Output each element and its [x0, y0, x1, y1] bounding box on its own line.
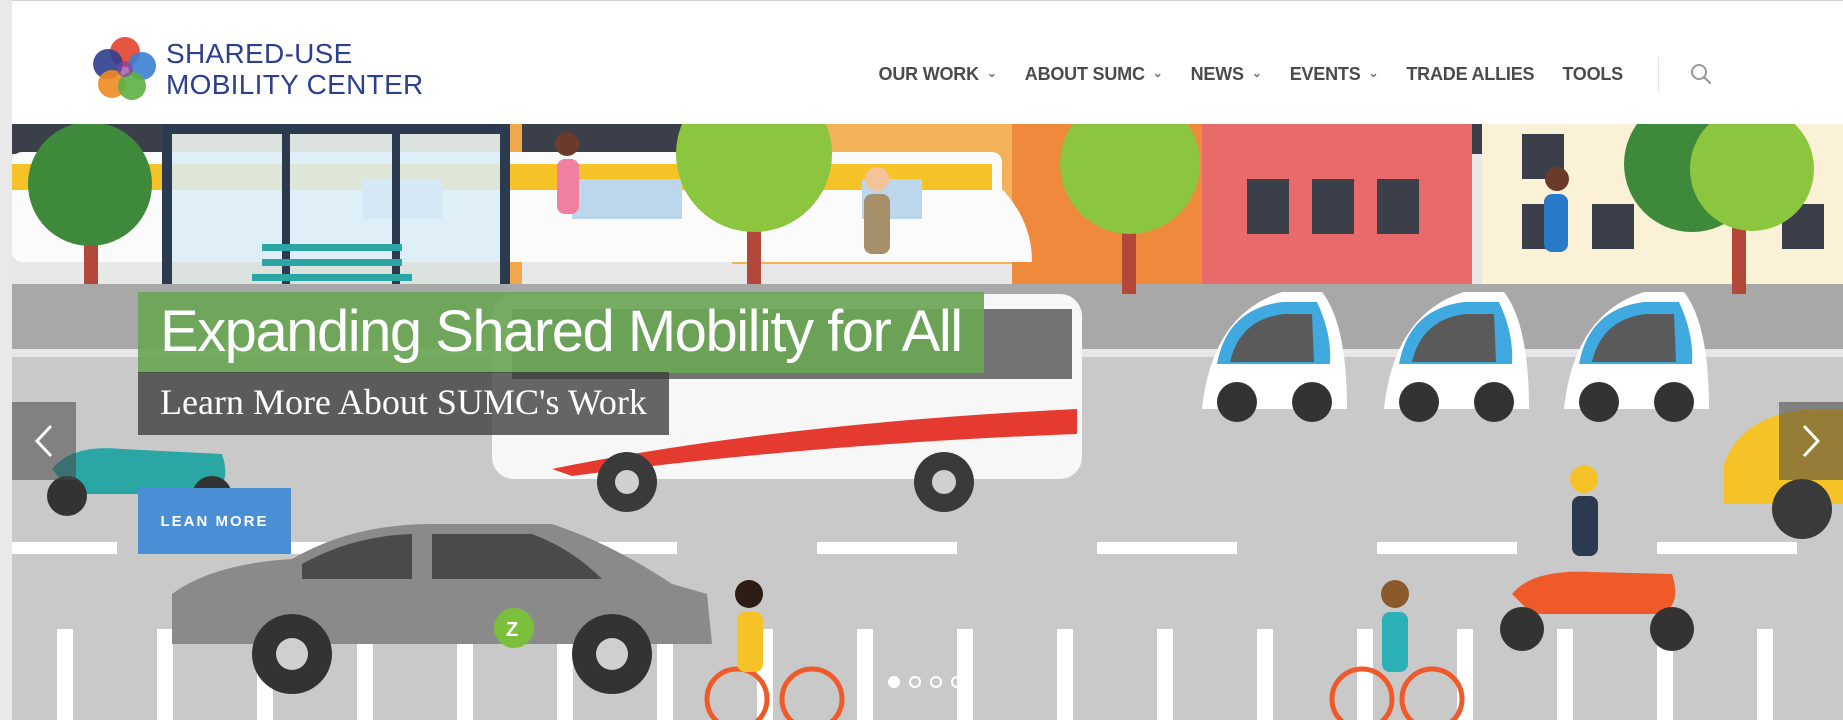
- chevron-down-icon: ⌄: [986, 66, 997, 80]
- slider-dot-2[interactable]: [909, 676, 921, 688]
- left-scroll-rail: [0, 0, 12, 720]
- logo-circles-icon: [93, 36, 156, 100]
- nav-item-tools[interactable]: TOOLS: [1562, 64, 1623, 85]
- nav-item-label: EVENTS: [1289, 63, 1361, 84]
- brand-name: SHARED-USE MOBILITY CENTER: [166, 38, 424, 100]
- chevron-down-icon: ⌄: [1152, 66, 1163, 80]
- nav-item-label: TOOLS: [1562, 63, 1623, 84]
- slider-dot-3[interactable]: [930, 676, 942, 688]
- hero-subheadline: Learn More About SUMC's Work: [138, 372, 669, 435]
- nav-item-label: NEWS: [1190, 63, 1244, 84]
- brand-line-1: SHARED-USE: [166, 37, 353, 69]
- nav-item-about-sumc[interactable]: ABOUT SUMC ⌄: [1025, 64, 1163, 85]
- site-header: SHARED-USE MOBILITY CENTER OUR WORK ⌄ AB…: [12, 1, 1843, 124]
- nav-item-label: OUR WORK: [878, 63, 980, 84]
- slider-next-button[interactable]: [1779, 402, 1843, 480]
- nav-item-our-work[interactable]: OUR WORK ⌄: [879, 64, 997, 85]
- chevron-down-icon: ⌄: [1251, 66, 1262, 80]
- site-logo[interactable]: SHARED-USE MOBILITY CENTER: [90, 31, 424, 106]
- slider-prev-button[interactable]: [12, 402, 76, 480]
- brand-line-2: MOBILITY CENTER: [166, 68, 424, 100]
- nav-item-label: ABOUT SUMC: [1024, 63, 1145, 84]
- learn-more-button[interactable]: LEAN MORE: [138, 488, 291, 554]
- hero-slider: Z Expanding Shared Mobility for All Lear…: [12, 124, 1843, 720]
- slider-pagination: [888, 676, 972, 688]
- nav-item-trade-allies[interactable]: TRADE ALLIES: [1406, 64, 1534, 85]
- nav-item-news[interactable]: NEWS ⌄: [1191, 64, 1262, 85]
- car-badge-text: Z: [506, 619, 518, 641]
- chevron-down-icon: ⌄: [1368, 66, 1379, 80]
- hero-headline: Expanding Shared Mobility for All: [138, 292, 984, 373]
- nav-divider: [1658, 57, 1659, 91]
- slider-dot-1[interactable]: [888, 676, 900, 688]
- search-icon[interactable]: [1689, 62, 1713, 86]
- nav-item-label: TRADE ALLIES: [1406, 63, 1535, 84]
- chevron-left-icon: [34, 424, 53, 458]
- nav-item-events[interactable]: EVENTS ⌄: [1290, 64, 1379, 85]
- slider-dot-4[interactable]: [951, 676, 963, 688]
- main-nav: OUR WORK ⌄ ABOUT SUMC ⌄ NEWS ⌄ EVENTS ⌄ …: [851, 57, 1713, 91]
- chevron-right-icon: [1802, 424, 1821, 458]
